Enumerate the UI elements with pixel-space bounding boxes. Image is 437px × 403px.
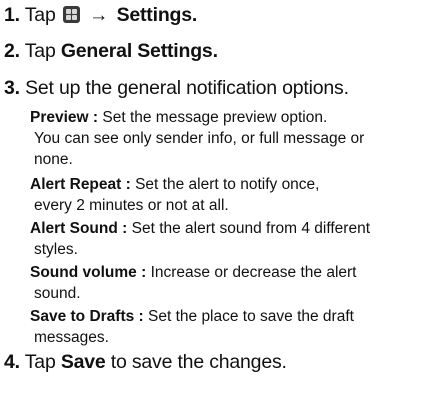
option-label: Sound volume :	[30, 264, 147, 281]
step-4: 4. Tap Save to save the changes.	[4, 350, 287, 374]
step-number: 1.	[4, 4, 20, 26]
option-text: Increase or decrease the alert	[150, 264, 357, 281]
step-text: Tap	[24, 351, 56, 373]
option-label: Alert Sound :	[30, 220, 128, 237]
option-text: Set the alert to notify once,	[135, 176, 320, 193]
step-1: 1. Tap → Settings.	[4, 3, 197, 27]
step-number: 2.	[4, 40, 20, 62]
option-text-continued: every 2 minutes or not at all.	[34, 197, 229, 214]
option-text-continued: none.	[34, 151, 73, 168]
option-sound-volume: Sound volume : Increase or decrease the …	[30, 262, 430, 304]
step-emphasis: General Settings.	[60, 40, 218, 62]
option-text-continued: styles.	[34, 241, 78, 258]
step-text: Tap	[24, 40, 56, 62]
step-emphasis: Settings.	[116, 4, 198, 26]
option-text: Set the message preview option.	[102, 109, 328, 126]
option-label: Preview :	[30, 109, 99, 126]
step-number: 4.	[4, 351, 20, 373]
step-3: 3. Set up the general notification optio…	[4, 76, 349, 100]
instruction-document: 1. Tap → Settings. 2. Tap General Settin…	[0, 0, 437, 403]
option-preview: Preview : Set the message preview option…	[30, 107, 430, 170]
apps-menu-icon	[62, 6, 80, 23]
option-alert-sound: Alert Sound : Set the alert sound from 4…	[30, 218, 430, 260]
option-label: Alert Repeat :	[30, 176, 131, 193]
step-emphasis: Save	[60, 351, 106, 373]
step-number: 3.	[4, 77, 20, 99]
option-alert-repeat: Alert Repeat : Set the alert to notify o…	[30, 174, 430, 216]
option-text: Set the alert sound from 4 different	[131, 220, 371, 237]
option-label: Save to Drafts :	[30, 308, 144, 325]
option-text-continued: messages.	[34, 329, 109, 346]
step-2: 2. Tap General Settings.	[4, 39, 218, 63]
option-text-continued: You can see only sender info, or full me…	[34, 130, 365, 147]
step-text: Set up the general notification options.	[25, 77, 349, 99]
option-text: Set the place to save the draft	[148, 308, 354, 325]
arrow-icon: →	[89, 4, 109, 26]
step-text: to save the changes.	[110, 351, 287, 373]
option-save-to-drafts: Save to Drafts : Set the place to save t…	[30, 306, 430, 348]
option-text-continued: sound.	[34, 285, 81, 302]
step-text: Tap	[24, 4, 56, 26]
